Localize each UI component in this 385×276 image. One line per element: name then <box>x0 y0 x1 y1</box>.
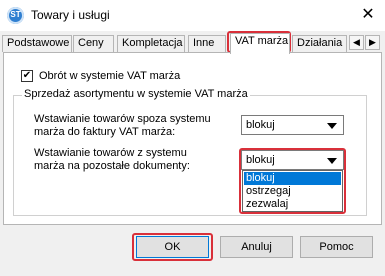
ok-button[interactable]: OK <box>136 236 209 258</box>
dialog-window: ST Towary i usługi ✕ Podstawowe Ceny Kom… <box>0 0 385 276</box>
tab-ceny[interactable]: Ceny <box>73 35 114 52</box>
tab-strip: Podstawowe Ceny Kompletacja Inne VAT mar… <box>2 33 383 54</box>
field2-label-line2: marża na pozostałe dokumenty: <box>34 160 190 172</box>
cancel-button[interactable]: Anuluj <box>220 236 293 258</box>
help-button[interactable]: Pomoc <box>300 236 373 258</box>
groupbox-title: Sprzedaż asortymentu w systemie VAT marż… <box>22 88 250 100</box>
field1-label-line2: marża do faktury VAT marża: <box>34 126 176 138</box>
title-bar: ST Towary i usługi ✕ <box>0 0 385 31</box>
option-zezwalaj[interactable]: zezwalaj <box>244 198 341 211</box>
field1-label-line1: Wstawianie towarów spoza systemu <box>34 113 211 125</box>
tab-scroll-left-icon[interactable]: ◀ <box>349 35 364 50</box>
field2-select-value: blokuj <box>246 154 275 166</box>
field1-select[interactable]: blokuj <box>241 115 344 135</box>
option-ostrzegaj[interactable]: ostrzegaj <box>244 185 341 198</box>
option-blokuj[interactable]: blokuj <box>244 172 341 185</box>
vat-margin-checkbox[interactable]: ✔ <box>21 70 33 82</box>
chevron-down-icon <box>327 123 337 129</box>
chevron-down-icon <box>327 158 337 164</box>
tab-dzialania[interactable]: Działania <box>292 35 347 52</box>
field1-select-value: blokuj <box>246 119 275 131</box>
tab-scroll-right-icon[interactable]: ▶ <box>365 35 380 50</box>
app-logo-icon: ST <box>7 7 24 24</box>
tab-podstawowe[interactable]: Podstawowe <box>2 35 72 52</box>
vat-margin-checkbox-label: Obrót w systemie VAT marża <box>39 70 181 82</box>
window-title: Towary i usługi <box>31 8 110 22</box>
tab-vat-marza[interactable]: VAT marża <box>230 33 290 54</box>
field2-dropdown-list[interactable]: blokuj ostrzegaj zezwalaj <box>242 170 343 212</box>
field2-select[interactable]: blokuj <box>241 150 344 170</box>
tab-inne[interactable]: Inne <box>188 35 226 52</box>
field2-label-line1: Wstawianie towarów z systemu <box>34 147 187 159</box>
tab-kompletacja[interactable]: Kompletacja <box>117 35 185 52</box>
close-icon[interactable]: ✕ <box>359 6 377 24</box>
